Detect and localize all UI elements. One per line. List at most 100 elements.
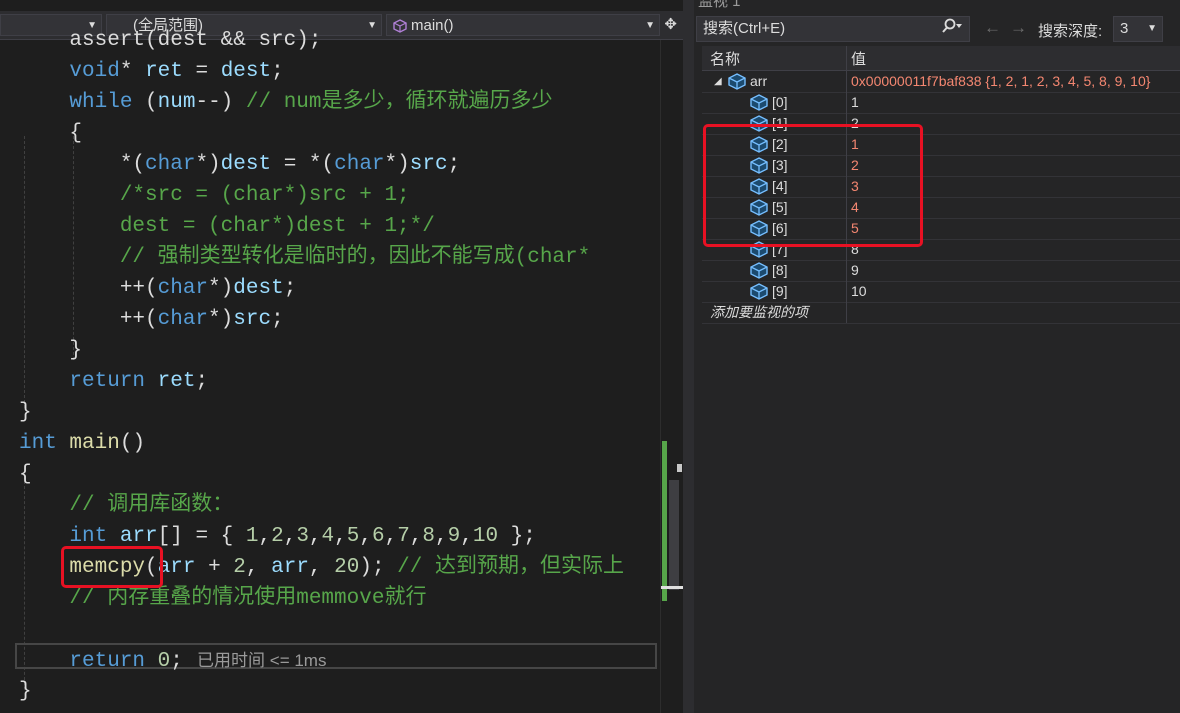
code-token: , <box>258 525 272 548</box>
code-token: , <box>334 525 347 548</box>
code-line[interactable]: } <box>19 397 32 428</box>
code-token: char <box>157 277 209 300</box>
search-depth-select[interactable]: 3 ▼ <box>1113 16 1163 42</box>
watch-item-value[interactable]: 9 <box>851 260 859 281</box>
column-header-name[interactable]: 名称 <box>710 48 740 69</box>
vertical-scrollbar[interactable] <box>660 40 683 713</box>
code-token: 5 <box>346 525 360 548</box>
code-token: }; <box>498 525 536 548</box>
watch-item-value[interactable]: 0x00000011f7baf838 {1, 2, 1, 2, 3, 4, 5,… <box>851 71 1150 92</box>
code-token: ; <box>170 650 183 673</box>
scrollbar-thumb[interactable] <box>669 480 679 590</box>
code-token: return <box>69 370 146 393</box>
code-token: } <box>19 339 83 362</box>
code-line[interactable]: { <box>19 118 82 149</box>
code-line[interactable]: } <box>19 676 32 707</box>
code-line[interactable]: ++(char*)src; <box>19 304 284 335</box>
code-line[interactable]: return 0; 已用时间 <= 1ms <box>19 645 326 676</box>
split-window-icon[interactable]: ✥ <box>664 15 677 33</box>
code-token: src <box>233 308 272 331</box>
code-token: ret <box>145 60 183 83</box>
code-token: // 达到预期，但实际上 <box>397 556 624 579</box>
code-token: 2 <box>233 556 246 579</box>
code-token: src <box>409 153 448 176</box>
code-token: // 内存重叠的情况使用memmove就行 <box>69 587 427 610</box>
watch-item-value[interactable]: 1 <box>851 92 859 113</box>
code-token: 6 <box>371 525 385 548</box>
column-separator[interactable] <box>846 46 847 70</box>
code-token: ++( <box>19 308 158 331</box>
code-token: char <box>157 308 209 331</box>
code-token: ; <box>271 60 284 83</box>
code-token: int <box>19 432 57 455</box>
magnifier-icon[interactable] <box>941 17 963 41</box>
column-separator <box>846 302 847 323</box>
search-depth-label: 搜索深度: <box>1038 23 1103 40</box>
code-token: *) <box>208 308 234 331</box>
code-token: , <box>359 525 372 548</box>
code-token: main <box>69 432 120 455</box>
code-token: } <box>19 401 32 424</box>
code-token: + <box>195 556 234 579</box>
code-token: ( <box>132 91 158 114</box>
code-token: 0 <box>157 650 171 673</box>
code-token: char <box>145 153 196 176</box>
watch-row[interactable]: [9] 10 <box>702 281 1180 303</box>
add-watch-row[interactable]: 添加要监视的项 <box>702 302 1180 324</box>
watch-item-value[interactable]: 10 <box>851 281 867 302</box>
code-line[interactable]: void* ret = dest; <box>19 56 284 87</box>
code-token: ); <box>359 556 398 579</box>
code-area[interactable]: assert(dest && src); void* ret = dest; w… <box>0 24 660 713</box>
code-token: num <box>157 91 196 114</box>
code-token: 9 <box>447 525 461 548</box>
code-line[interactable]: while (num--) // num是多少，循环就遍历多少 <box>19 87 552 118</box>
column-separator <box>846 260 847 281</box>
code-line[interactable]: // 强制类型转化是临时的，因此不能写成(char* <box>19 242 590 273</box>
code-line[interactable]: { <box>19 459 32 490</box>
code-token: /*src = (char*)src + 1; <box>19 184 410 207</box>
code-token: *) <box>384 153 410 176</box>
watch-row[interactable]: ◢ arr 0x00000011f7baf838 {1, 2, 1, 2, 3, 4… <box>702 71 1180 93</box>
code-line[interactable]: int main() <box>19 428 145 459</box>
code-token: ++( <box>19 277 158 300</box>
chevron-down-icon: ▼ <box>1147 23 1157 34</box>
code-token: ; <box>271 308 284 331</box>
watch-row[interactable]: [8] 9 <box>702 260 1180 282</box>
back-arrow-icon[interactable]: ← <box>984 18 1001 38</box>
code-token: // 调用库函数： <box>69 494 234 517</box>
column-separator <box>846 281 847 302</box>
column-header-value[interactable]: 值 <box>851 48 866 69</box>
code-token: { <box>19 463 32 486</box>
code-token: 3 <box>296 525 309 548</box>
code-line[interactable]: ++(char*)dest; <box>19 273 296 304</box>
forward-arrow-icon[interactable]: → <box>1010 18 1027 38</box>
code-token: dest <box>233 277 284 300</box>
code-token: , <box>308 556 335 579</box>
code-token: return <box>69 650 146 673</box>
scroll-marker <box>677 464 682 472</box>
add-watch-placeholder[interactable]: 添加要监视的项 <box>710 302 808 323</box>
code-editor[interactable]: ▼ (全局范围) ▼ main() ▼ ✥ assert(dest && src… <box>0 0 683 713</box>
code-token: 2 <box>271 525 284 548</box>
watch-search-input[interactable]: 搜索(Ctrl+E) <box>696 16 970 42</box>
code-line[interactable]: // 调用库函数： <box>19 490 233 521</box>
cube-icon <box>750 283 768 300</box>
code-token: dest <box>220 60 272 83</box>
code-line[interactable]: assert(dest && src); <box>19 25 321 56</box>
expanded-triangle-icon[interactable]: ◢ <box>714 71 722 92</box>
code-token: = *( <box>271 153 335 176</box>
code-token: *( <box>19 153 146 176</box>
watch-row[interactable]: [0] 1 <box>702 92 1180 114</box>
code-line[interactable]: } <box>19 335 82 366</box>
code-line[interactable]: *(char*)dest = *(char*)src; <box>19 149 460 180</box>
code-line[interactable]: dest = (char*)dest + 1;*/ <box>19 211 435 242</box>
code-line[interactable]: /*src = (char*)src + 1; <box>19 180 410 211</box>
panel-splitter[interactable] <box>683 0 694 713</box>
code-line[interactable]: return ret; <box>19 366 208 397</box>
